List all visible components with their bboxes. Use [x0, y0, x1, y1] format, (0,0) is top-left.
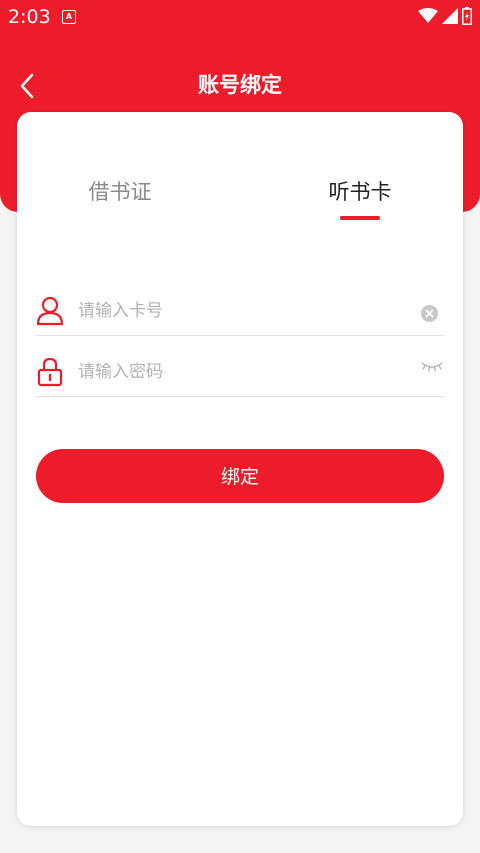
- form-card: 借书证 听书卡 绑定: [17, 112, 463, 826]
- bind-button[interactable]: 绑定: [36, 449, 444, 503]
- battery-icon: [462, 7, 472, 25]
- card-number-field: [36, 289, 444, 336]
- tab-library-card[interactable]: 借书证: [50, 174, 190, 210]
- a-icon: A: [62, 10, 76, 24]
- tab-audiobook-card[interactable]: 听书卡: [290, 174, 430, 210]
- nav-bar: 账号绑定: [0, 62, 480, 108]
- lock-icon: [37, 357, 63, 387]
- wifi-icon: [418, 8, 438, 23]
- status-bar: 2:03 A: [0, 0, 480, 34]
- active-tab-indicator: [340, 216, 380, 220]
- eye-closed-icon[interactable]: [420, 360, 444, 374]
- status-icons: [418, 7, 472, 25]
- clear-icon[interactable]: [421, 305, 438, 322]
- password-input[interactable]: [78, 356, 398, 388]
- signal-icon: [442, 8, 458, 24]
- password-field: [36, 350, 444, 397]
- card-number-input[interactable]: [78, 295, 398, 327]
- user-icon: [36, 296, 64, 326]
- page-title: 账号绑定: [198, 73, 282, 97]
- status-time: 2:03: [8, 6, 51, 28]
